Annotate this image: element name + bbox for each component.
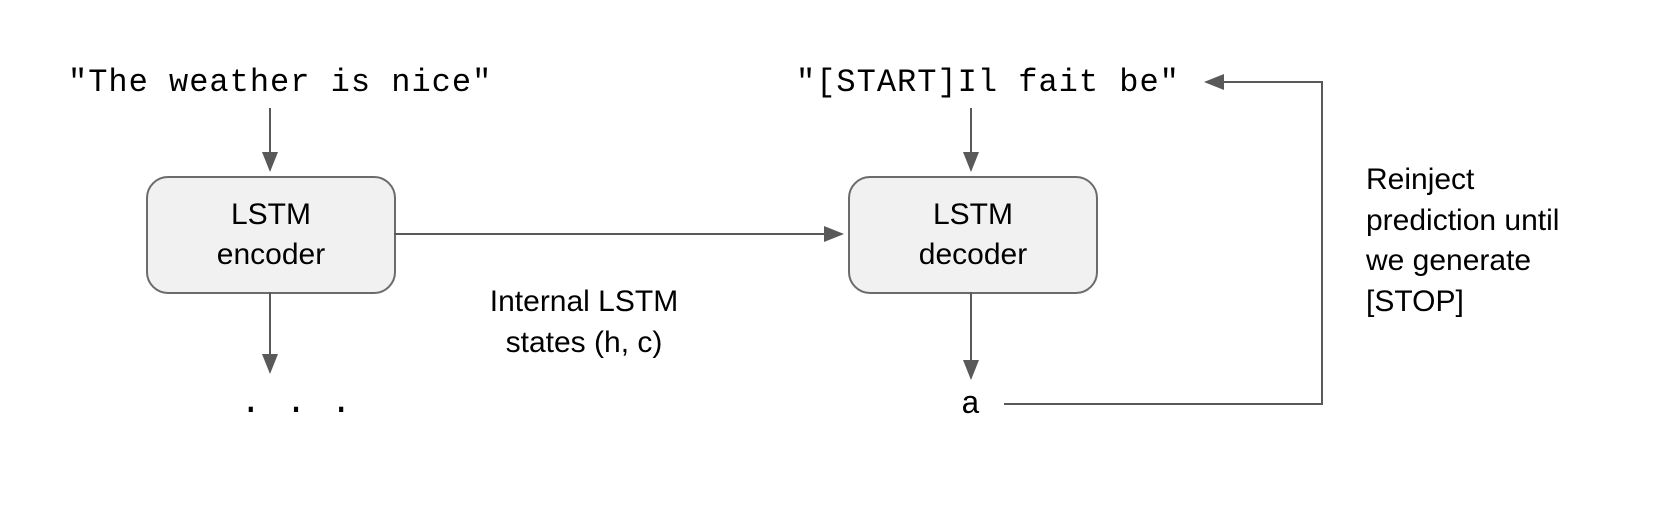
encoder-output-dots: . . . [240, 382, 353, 423]
diagram-canvas: "The weather is nice" "[START]Il fait be… [0, 0, 1674, 516]
encoder-node-label: LSTMencoder [217, 195, 325, 276]
encoder-node: LSTMencoder [146, 176, 396, 294]
encoder-input-text: "The weather is nice" [68, 64, 492, 101]
reinject-label: Reinjectprediction untilwe generate[STOP… [1366, 160, 1646, 322]
internal-states-label: Internal LSTMstates (h, c) [454, 282, 714, 363]
decoder-node: LSTMdecoder [848, 176, 1098, 294]
decoder-node-label: LSTMdecoder [919, 195, 1027, 276]
decoder-output-text: a [961, 386, 981, 423]
decoder-input-text: "[START]Il fait be" [796, 64, 1180, 101]
